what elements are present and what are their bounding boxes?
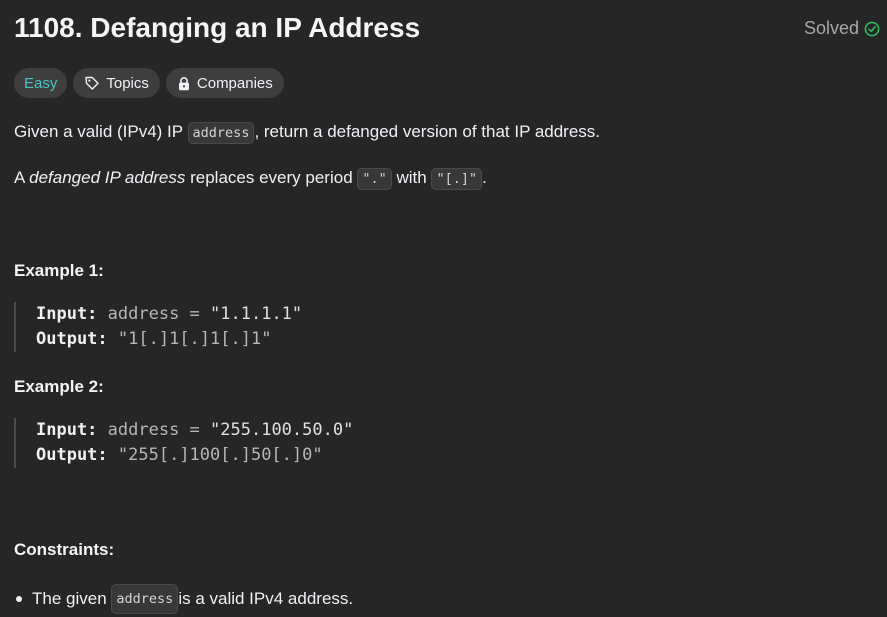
output-label: Output: [36, 445, 108, 465]
output-value: "1[.]1[.]1[.]1" [117, 329, 272, 349]
input-label: Input: [36, 304, 98, 324]
description-text: replaces every period [185, 168, 358, 187]
input-value: address = [107, 304, 211, 324]
solved-label: Solved [803, 18, 859, 38]
inline-code-bracket-period: "[.]" [431, 168, 483, 190]
example-1-input: Input: address = "1.1.1.1" [36, 302, 302, 327]
topics-label: Topics [106, 74, 149, 92]
inline-code-period: "." [357, 168, 392, 190]
description-paragraph-1: Given a valid (IPv4) IP address, return … [14, 120, 600, 145]
description-text: A [14, 168, 30, 187]
example-2-output: Output: "255[.]100[.]50[.]0" [36, 443, 353, 468]
output-value: "255[.]100[.]50[.]0" [117, 445, 323, 465]
example-1-heading: Example 1: [14, 261, 104, 280]
example-2-block: Input: address = "255.100.50.0" Output: … [14, 418, 353, 468]
description-text: , return a defanged version of that IP a… [254, 122, 601, 141]
description-text: with [391, 168, 432, 187]
input-label: Input: [36, 420, 98, 440]
description-paragraph-2: A defanged IP address replaces every per… [14, 166, 487, 191]
companies-label: Companies [196, 74, 273, 92]
solved-status: Solved [804, 18, 880, 39]
lock-icon [177, 76, 191, 91]
input-string: "1.1.1.1" [210, 304, 303, 324]
input-string: "255.100.50.0" [210, 420, 354, 440]
inline-code-address: address [111, 584, 179, 614]
example-2-input: Input: address = "255.100.50.0" [36, 418, 353, 443]
bullet-icon [16, 596, 22, 602]
description-text: . [482, 168, 487, 187]
description-text: Given a valid (IPv4) IP [14, 122, 188, 141]
constraint-item: The given address is a valid IPv4 addres… [14, 584, 353, 614]
example-2-heading: Example 2: [14, 377, 104, 396]
constraint-text: is a valid IPv4 address. [178, 589, 354, 608]
inline-code-address: address [187, 122, 255, 144]
example-1-block: Input: address = "1.1.1.1" Output: "1[.]… [14, 302, 302, 352]
constraints-heading: Constraints: [14, 540, 115, 559]
example-1-output: Output: "1[.]1[.]1[.]1" [36, 327, 302, 352]
input-value: address = [107, 420, 211, 440]
tag-icon [84, 75, 100, 91]
check-circle-icon [864, 21, 880, 37]
companies-button[interactable]: Companies [165, 68, 284, 98]
difficulty-label: Easy [24, 74, 58, 92]
output-label: Output: [36, 329, 108, 349]
emphasis-text: defanged IP address [29, 168, 186, 187]
difficulty-badge[interactable]: Easy [14, 68, 68, 98]
problem-title: 1108. Defanging an IP Address [14, 12, 421, 43]
topics-button[interactable]: Topics [73, 68, 160, 98]
tag-row: Easy Topics Companies [14, 68, 284, 98]
constraint-text: The given [32, 589, 107, 608]
